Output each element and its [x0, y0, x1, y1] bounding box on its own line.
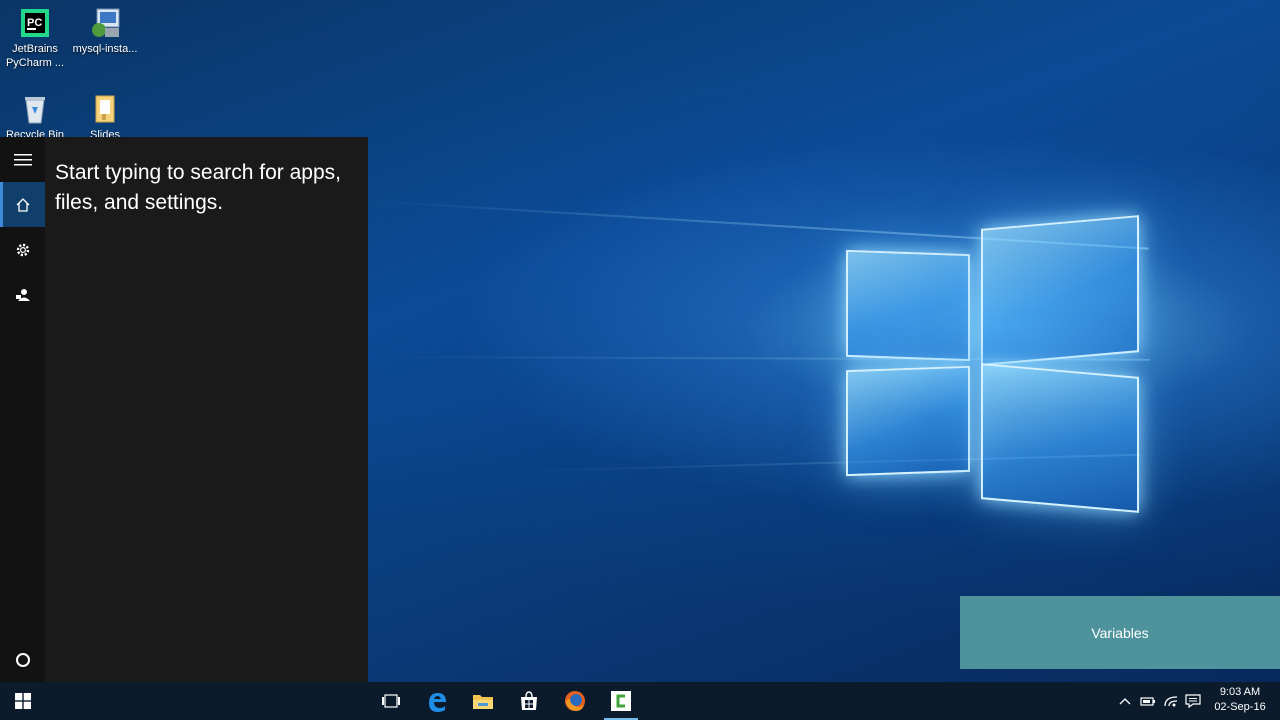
chevron-up-icon [1119, 698, 1131, 705]
firefox-button[interactable] [552, 682, 598, 720]
task-view-icon [382, 694, 400, 708]
pycharm-icon: PC [18, 6, 52, 40]
clock-date: 02-Sep-16 [1214, 701, 1266, 713]
settings-button[interactable] [0, 227, 45, 272]
home-button[interactable] [0, 182, 45, 227]
start-search-panel: Start typing to search for apps, files, … [0, 137, 368, 682]
start-button[interactable] [0, 682, 46, 720]
battery-plug-icon [1140, 697, 1155, 706]
wallpaper-logo-pane [846, 249, 970, 362]
file-explorer-icon [473, 695, 493, 709]
home-icon [16, 197, 29, 212]
installer-icon [88, 6, 122, 40]
taskbar-clock[interactable]: 9:03 AM 02-Sep-16 [1210, 685, 1270, 715]
gear-icon [16, 243, 29, 256]
topic-overlay-banner: Variables [960, 596, 1280, 669]
svg-text:PC: PC [27, 17, 42, 29]
wifi-icon [1164, 696, 1178, 707]
recycle-bin-icon [18, 92, 52, 126]
show-hidden-icons-button[interactable] [1116, 692, 1134, 710]
hamburger-menu-button[interactable] [0, 137, 45, 182]
task-view-button[interactable] [368, 682, 414, 720]
desktop-icon-recycle-bin[interactable]: Recycle Bin [0, 92, 70, 142]
store-button[interactable] [506, 682, 552, 720]
clock-time: 9:03 AM [1219, 686, 1261, 698]
topic-overlay-text: Variables [1091, 624, 1149, 641]
battery-button[interactable] [1139, 692, 1157, 710]
desktop-icon-slides[interactable]: Slides [70, 92, 140, 142]
action-center-button[interactable] [1184, 692, 1202, 710]
camtasia-button[interactable] [598, 682, 644, 720]
folder-icon [88, 92, 122, 126]
wallpaper-logo-pane [981, 215, 1139, 366]
cortana-button[interactable] [0, 637, 45, 682]
edge-button[interactable] [414, 682, 460, 720]
taskbar: 9:03 AM 02-Sep-16 [0, 682, 1280, 720]
wallpaper-logo-pane [846, 365, 970, 477]
notification-icon [1185, 694, 1201, 708]
feedback-icon [15, 288, 30, 301]
cortana-circle-icon [15, 652, 30, 667]
wallpaper-logo-pane [981, 363, 1139, 513]
firefox-icon [565, 691, 585, 711]
hamburger-icon [13, 153, 32, 165]
desktop-icon-mysql-installer[interactable]: mysql-insta... [70, 6, 140, 56]
edge-icon [429, 693, 446, 712]
file-explorer-button[interactable] [460, 682, 506, 720]
network-button[interactable] [1162, 692, 1180, 710]
start-icon [15, 693, 31, 709]
search-hint: Start typing to search for apps, files, … [55, 161, 341, 214]
feedback-button[interactable] [0, 272, 45, 317]
camtasia-icon [611, 691, 631, 711]
start-rail [0, 137, 45, 682]
store-icon [521, 691, 537, 710]
desktop-icon-pycharm[interactable]: PC JetBrains PyCharm ... [0, 6, 70, 70]
